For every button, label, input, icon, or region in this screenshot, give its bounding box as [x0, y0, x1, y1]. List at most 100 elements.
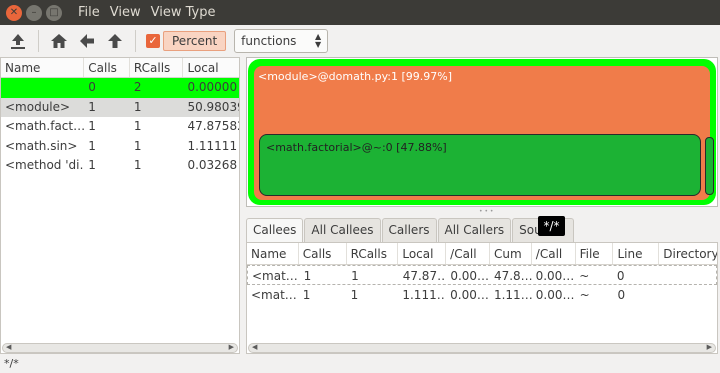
splitter-handle[interactable]: • • •: [479, 208, 493, 215]
cell-name: [1, 78, 84, 98]
menu-view-type[interactable]: View Type: [151, 5, 216, 20]
menu-view[interactable]: View: [110, 5, 141, 20]
status-bar: */*: [4, 357, 19, 370]
flame-module-box[interactable]: <module>@domath.py:1 [99.97%] <math.fact…: [254, 66, 714, 200]
detail-tabs: Callees All Callees Callers All Callers …: [246, 218, 575, 242]
cell-cum: 1.11…: [493, 288, 532, 302]
cell-local: 50.98039: [187, 99, 239, 114]
cell-file: ~: [579, 269, 590, 283]
view-type-value: functions: [241, 34, 297, 48]
tab-callees[interactable]: Callees: [246, 218, 304, 242]
view-type-select[interactable]: functions ▲ ▼: [234, 29, 329, 53]
toolbar-separator: [38, 30, 39, 52]
menu-file[interactable]: File: [78, 5, 100, 20]
header-calls[interactable]: Calls: [299, 243, 347, 264]
function-table-header: Name Calls RCalls Local: [1, 58, 239, 78]
cell-line: 0: [616, 269, 625, 283]
cell-name: <mat…: [251, 288, 297, 302]
header-cum[interactable]: Cum: [490, 243, 532, 264]
toolbar: ✓ Percent functions ▲ ▼: [0, 25, 720, 57]
header-directory[interactable]: Directory: [659, 243, 717, 264]
table-row[interactable]: <mat… 1 1 47.87… 0.00… 47.8… 0.00… ~ 0: [247, 265, 717, 285]
cell-calls: 1: [88, 158, 96, 172]
table-row[interactable]: <method 'di… 1 1 0.03268: [1, 156, 239, 176]
tab-all-callers[interactable]: All Callers: [437, 218, 512, 242]
cell-local-per-call: 0.00…: [450, 269, 490, 283]
header-local[interactable]: Local: [183, 58, 239, 77]
menu-bar: File View View Type: [78, 5, 225, 20]
callees-table: Name Calls RCalls Local /Call Cum /Call …: [246, 242, 718, 354]
header-local-per-call[interactable]: /Call: [446, 243, 490, 264]
close-window-button[interactable]: ✕: [6, 4, 22, 21]
upload-icon: [11, 34, 25, 49]
cell-rcalls: 1: [133, 99, 142, 114]
header-rcalls[interactable]: RCalls: [130, 58, 184, 77]
header-name[interactable]: Name: [247, 243, 299, 264]
flame-factorial-box[interactable]: <math.factorial>@~:0 [47.88%]: [259, 134, 701, 196]
header-calls[interactable]: Calls: [84, 58, 130, 77]
back-button[interactable]: [73, 27, 101, 55]
function-table-scrollbar[interactable]: ◀ ▶: [2, 343, 238, 353]
callees-table-header: Name Calls RCalls Local /Call Cum /Call …: [247, 243, 717, 265]
cell-directory: [659, 266, 717, 284]
percent-label: Percent: [163, 31, 227, 51]
tab-callers[interactable]: Callers: [381, 218, 437, 242]
up-button[interactable]: [101, 27, 129, 55]
header-cum-per-call[interactable]: /Call: [532, 243, 576, 264]
minimize-window-button[interactable]: –: [26, 4, 42, 21]
cell-directory: [659, 285, 717, 305]
callees-table-scrollbar[interactable]: ◀ ▶: [248, 343, 716, 353]
table-row[interactable]: <math.sin> 1 1 1.11111: [1, 137, 239, 157]
flame-module-label: <module>@domath.py:1 [99.97%]: [258, 70, 453, 83]
flame-root-box[interactable]: <module>@domath.py:1 [99.97%] <math.fact…: [248, 59, 716, 205]
maximize-window-button[interactable]: □: [46, 4, 62, 21]
tooltip: */*: [538, 216, 565, 236]
cell-rcalls: 1: [351, 269, 359, 283]
scroll-right-icon[interactable]: ▶: [707, 343, 712, 351]
flame-sin-box[interactable]: [705, 137, 714, 195]
title-bar: ✕ – □ File View View Type: [0, 0, 720, 25]
scroll-right-icon[interactable]: ▶: [229, 343, 234, 351]
cell-cum-per-call: 0.00…: [535, 269, 575, 283]
cell-calls: 0: [88, 80, 96, 94]
upload-button[interactable]: [4, 27, 32, 55]
up-arrow-icon: [108, 34, 122, 48]
cell-calls: 1: [88, 119, 96, 133]
table-row[interactable]: <mat… 1 1 1.111… 0.00… 1.11… 0.00… ~ 0: [247, 285, 717, 305]
table-row[interactable]: 0 2 0.00000: [1, 78, 239, 98]
cell-rcalls: 1: [133, 158, 142, 172]
home-icon: [51, 34, 67, 48]
cell-name: <module>: [5, 99, 71, 114]
cell-name: <math.sin>: [5, 138, 78, 153]
cell-cum: 47.8…: [493, 269, 532, 283]
cell-local: 1.111…: [402, 288, 447, 302]
table-row[interactable]: <math.fact… 1 1 47.87582: [1, 117, 239, 137]
cell-calls: 1: [88, 99, 96, 114]
header-file[interactable]: File: [576, 243, 614, 264]
tab-all-callees[interactable]: All Callees: [304, 218, 381, 242]
scroll-left-icon[interactable]: ◀: [6, 343, 11, 351]
cell-local: 47.87…: [402, 269, 447, 283]
updown-arrow-icon: ▲ ▼: [315, 32, 322, 49]
home-button[interactable]: [45, 27, 73, 55]
header-name[interactable]: Name: [1, 58, 85, 77]
back-arrow-icon: [80, 34, 94, 48]
cell-rcalls: 1: [133, 119, 142, 133]
cell-local: 47.87582: [187, 119, 239, 133]
cell-name: <method 'di…: [5, 158, 85, 172]
cell-local: 1.11111: [187, 138, 238, 153]
percent-checkbox[interactable]: ✓: [146, 34, 160, 48]
scroll-left-icon[interactable]: ◀: [252, 343, 257, 351]
percent-toggle[interactable]: ✓ Percent: [146, 30, 227, 52]
cell-rcalls: 1: [133, 138, 142, 153]
function-table: Name Calls RCalls Local 0 2 0.00000 <mod…: [0, 57, 240, 354]
cell-calls: 1: [88, 138, 96, 153]
header-line[interactable]: Line: [613, 243, 660, 264]
cell-local: 0.03268: [187, 158, 238, 172]
header-local[interactable]: Local: [398, 243, 447, 264]
cell-calls: 1: [302, 288, 311, 302]
cell-file: ~: [579, 288, 590, 302]
cell-local-per-call: 0.00…: [450, 288, 489, 302]
header-rcalls[interactable]: RCalls: [347, 243, 399, 264]
table-row[interactable]: <module> 1 1 50.98039: [1, 97, 239, 117]
